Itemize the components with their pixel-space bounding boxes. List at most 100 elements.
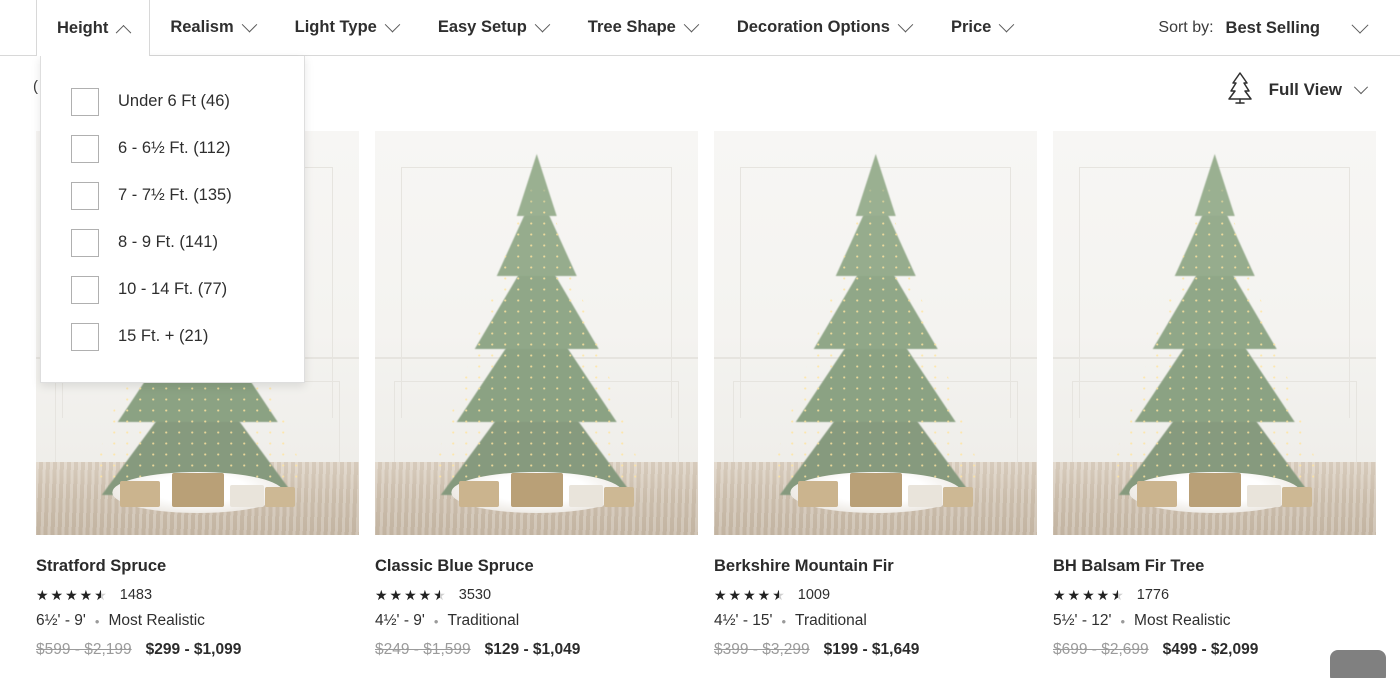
filter-easy-setup[interactable]: Easy Setup (418, 0, 568, 56)
review-count: 3530 (458, 587, 492, 603)
product-image[interactable] (714, 131, 1037, 535)
product-size-range: 4½' - 15' (714, 612, 773, 629)
checkbox-icon[interactable] (71, 134, 99, 163)
filter-list: Height Realism Light Type Easy Setup Tree Sh… (36, 0, 1032, 56)
filter-label: Tree Shape (587, 18, 676, 36)
product-photo (714, 131, 1037, 535)
review-count: 1483 (119, 587, 153, 603)
filter-height[interactable]: Height (36, 0, 151, 56)
separator-dot-icon: • (1120, 613, 1126, 629)
result-count-text: ( (33, 78, 38, 95)
separator-dot-icon: • (94, 613, 100, 629)
checkbox-icon[interactable] (71, 322, 99, 351)
product-rating: ★★★★★★★★★★ 1776 (1053, 587, 1376, 603)
product-photo (1053, 131, 1376, 535)
product-image[interactable] (375, 131, 698, 535)
product-photo (375, 131, 698, 535)
product-title[interactable]: Berkshire Mountain Fir (714, 557, 1037, 576)
filter-label: Decoration Options (736, 18, 890, 36)
height-option[interactable]: Under 6 Ft (46) (41, 78, 304, 125)
height-option-label: 8 - 9 Ft. (141) (118, 233, 218, 251)
product-meta: 4½' - 15' • Traditional (714, 612, 1037, 630)
product-listing-page: Height Realism Light Type Easy Setup Tree Sh… (0, 0, 1400, 678)
product-meta: 6½' - 9' • Most Realistic (36, 612, 359, 630)
star-rating-icon: ★★★★★★★★★★ (1053, 587, 1126, 603)
height-option-label: 7 - 7½ Ft. (135) (118, 186, 232, 204)
chat-support-button[interactable] (1330, 650, 1386, 678)
height-option[interactable]: 7 - 7½ Ft. (135) (41, 172, 304, 219)
filter-label: Easy Setup (437, 18, 527, 36)
product-size-range: 6½' - 9' (36, 612, 86, 629)
star-rating-icon: ★★★★★★★★★★ (714, 587, 787, 603)
height-filter-dropdown: Under 6 Ft (46) 6 - 6½ Ft. (112) 7 - 7½ Ft… (40, 56, 305, 383)
product-price: $399 - $3,299 $199 - $1,649 (714, 641, 1037, 659)
chevron-down-icon (1351, 16, 1369, 34)
filter-decoration-options[interactable]: Decoration Options (717, 0, 931, 56)
sort-by-label: Sort by: (1158, 19, 1214, 36)
checkbox-icon[interactable] (71, 181, 99, 210)
height-option-label: 15 Ft. + (21) (118, 327, 209, 345)
price-sale: $129 - $1,049 (484, 641, 581, 658)
product-card[interactable]: Berkshire Mountain Fir ★★★★★★★★★★ 1009 4½' … (714, 131, 1037, 659)
product-image[interactable] (1053, 131, 1376, 535)
chevron-down-icon (897, 16, 914, 33)
product-title[interactable]: BH Balsam Fir Tree (1053, 557, 1376, 576)
filter-tree-shape[interactable]: Tree Shape (568, 0, 717, 56)
filter-label: Price (950, 18, 992, 36)
product-realism: Most Realistic (108, 612, 205, 629)
chevron-down-icon (999, 16, 1015, 33)
filter-label: Realism (170, 18, 234, 36)
height-option[interactable]: 15 Ft. + (21) (41, 313, 304, 360)
product-title[interactable]: Stratford Spruce (36, 557, 359, 576)
chevron-down-icon (683, 16, 700, 33)
star-rating-icon: ★★★★★★★★★★ (36, 587, 109, 603)
product-title[interactable]: Classic Blue Spruce (375, 557, 698, 576)
product-rating: ★★★★★★★★★★ 3530 (375, 587, 698, 603)
sort-by-value: Best Selling (1225, 18, 1320, 37)
price-original: $599 - $2,199 (36, 641, 132, 658)
price-sale: $299 - $1,099 (145, 641, 242, 658)
filter-label: Height (57, 18, 109, 37)
star-rating-icon: ★★★★★★★★★★ (375, 587, 448, 603)
height-option[interactable]: 10 - 14 Ft. (77) (41, 266, 304, 313)
product-meta: 5½' - 12' • Most Realistic (1053, 612, 1376, 630)
full-view-toggle[interactable]: Full View (1225, 70, 1369, 109)
christmas-tree-icon (1225, 70, 1255, 109)
filter-bar: Height Realism Light Type Easy Setup Tree Sh… (0, 0, 1400, 56)
height-option[interactable]: 8 - 9 Ft. (141) (41, 219, 304, 266)
product-rating: ★★★★★★★★★★ 1009 (714, 587, 1037, 603)
full-view-label: Full View (1268, 79, 1342, 99)
checkbox-icon[interactable] (71, 275, 99, 304)
filter-label: Light Type (294, 18, 377, 36)
product-rating: ★★★★★★★★★★ 1483 (36, 587, 359, 603)
price-sale: $199 - $1,649 (823, 641, 920, 658)
sort-by-control[interactable]: Sort by: Best Selling (1158, 0, 1369, 56)
chevron-down-icon (534, 16, 551, 33)
product-card[interactable]: BH Balsam Fir Tree ★★★★★★★★★★ 1776 5½' - 12… (1053, 131, 1376, 659)
product-meta: 4½' - 9' • Traditional (375, 612, 698, 630)
height-option-label: 10 - 14 Ft. (77) (118, 280, 228, 298)
chevron-down-icon (241, 16, 257, 33)
checkbox-icon[interactable] (71, 87, 99, 116)
height-option[interactable]: 6 - 6½ Ft. (112) (41, 125, 304, 172)
review-count: 1776 (1136, 587, 1170, 603)
product-realism: Traditional (795, 612, 867, 629)
height-option-label: Under 6 Ft (46) (118, 92, 230, 110)
price-sale: $499 - $2,099 (1162, 641, 1259, 658)
product-price: $699 - $2,699 $499 - $2,099 (1053, 641, 1376, 659)
review-count: 1009 (797, 587, 831, 603)
product-realism: Traditional (447, 612, 520, 629)
filter-realism[interactable]: Realism (150, 0, 274, 56)
height-option-label: 6 - 6½ Ft. (112) (118, 139, 231, 157)
price-original: $399 - $3,299 (714, 641, 810, 658)
product-price: $249 - $1,599 $129 - $1,049 (375, 641, 698, 659)
product-card[interactable]: Classic Blue Spruce ★★★★★★★★★★ 3530 4½' - 9… (375, 131, 698, 659)
checkbox-icon[interactable] (71, 228, 99, 257)
product-price: $599 - $2,199 $299 - $1,099 (36, 641, 359, 659)
price-original: $699 - $2,699 (1053, 641, 1149, 658)
separator-dot-icon: • (433, 613, 439, 629)
filter-light-type[interactable]: Light Type (275, 0, 418, 56)
product-realism: Most Realistic (1134, 612, 1231, 629)
chevron-up-icon (116, 24, 132, 41)
filter-price[interactable]: Price (931, 0, 1032, 56)
